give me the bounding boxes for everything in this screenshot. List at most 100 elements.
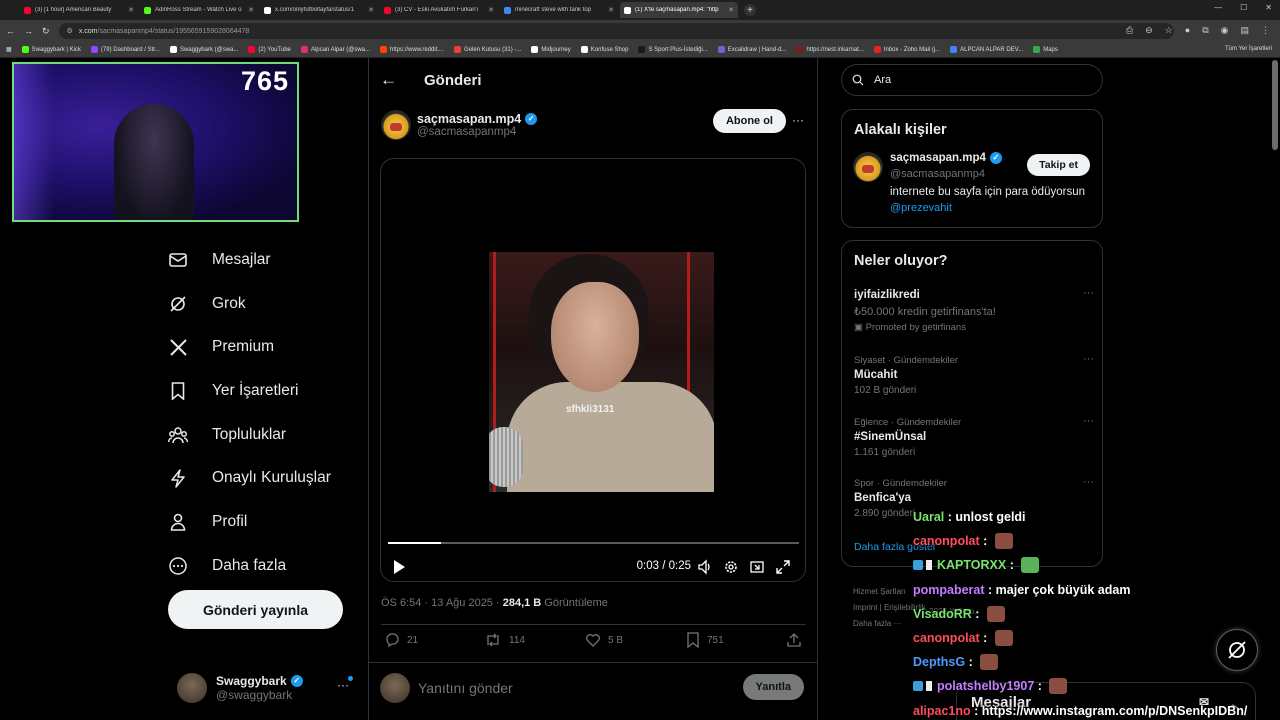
repost-action[interactable]: 114 — [484, 632, 525, 648]
related-user[interactable]: saçmasapan.mp4 ✓ @sacmasapanmp4 internete… — [853, 152, 1102, 220]
browser-tab[interactable]: minecraft steve with tank top ✕ — [500, 2, 618, 18]
profile-icon[interactable]: ◉ — [1221, 25, 1229, 36]
maximize-icon[interactable]: ☐ — [1240, 3, 1247, 12]
close-window-icon[interactable]: ✕ — [1265, 3, 1272, 12]
back-arrow-icon[interactable]: ← — [6, 26, 15, 36]
fullscreen-icon[interactable] — [775, 559, 791, 575]
back-arrow-button[interactable]: ← — [380, 70, 416, 90]
bookmark-item[interactable]: (79) Dashboard / Str... — [90, 46, 160, 53]
account-more-icon[interactable]: ··· — [337, 678, 349, 692]
extensions-puzzle-icon[interactable]: ⧉ — [1202, 25, 1208, 36]
install-app-icon[interactable]: ⎙ — [1126, 25, 1133, 36]
trend-item[interactable]: Siyaset · Gündemdekiler Mücahit 102 B gönd… — [854, 353, 1094, 396]
bookmark-action[interactable]: 751 — [686, 632, 724, 648]
nav-item-grok[interactable]: Grok — [168, 282, 358, 326]
post-more-icon[interactable]: ··· — [792, 113, 804, 127]
apps-grid-icon[interactable]: ▦ — [6, 46, 12, 53]
site-info-icon[interactable]: ⚙ — [67, 27, 73, 35]
url-field[interactable]: ⚙ x.com/sacmasapanmp4/status/19556591590… — [58, 23, 1174, 39]
search-input[interactable]: Ara — [841, 64, 1103, 96]
chat-username[interactable]: pompaberat — [913, 583, 985, 597]
bookmark-item[interactable]: Konfuse Shop — [580, 46, 628, 53]
extension-icon[interactable]: ● — [1185, 25, 1190, 36]
tab-close-icon[interactable]: ✕ — [368, 6, 374, 14]
account-switcher[interactable]: Swaggybark ✓ @swaggybark ··· — [177, 670, 357, 706]
author-name-row[interactable]: saçmasapan.mp4 ✓ — [417, 112, 538, 126]
tab-close-icon[interactable]: ✕ — [248, 6, 254, 14]
zoom-icon[interactable]: ⊖ — [1145, 25, 1153, 36]
settings-gear-icon[interactable] — [723, 559, 739, 575]
all-bookmarks-link[interactable]: Tüm Yer İşaretleri — [1225, 46, 1272, 52]
video-player[interactable]: sfhkli3131 0:03 / 0:25 — [380, 158, 806, 582]
author-handle[interactable]: @sacmasapanmp4 — [417, 126, 537, 138]
related-user-bio-link[interactable]: @prezevahit — [890, 202, 952, 214]
trend-more-icon[interactable]: ··· — [1083, 287, 1094, 299]
bookmark-item[interactable]: Alpcan Alpar (@swa... — [300, 46, 370, 53]
browser-tab[interactable]: (3) CV - Eski Avukatım Furkan'ı ✕ — [380, 2, 498, 18]
pip-icon[interactable] — [749, 559, 765, 575]
bookmark-item[interactable]: Inbox - Zoho Mail (j... — [873, 46, 940, 53]
trend-more-icon[interactable]: ··· — [1083, 476, 1094, 488]
play-icon[interactable] — [391, 559, 407, 575]
bookmark-item[interactable]: S Sport Plus-İstediği... — [638, 46, 708, 53]
bookmark-item[interactable]: Gelen Kutusu (31) -... — [454, 46, 521, 53]
post-time[interactable]: ÖS 6:54 — [381, 597, 421, 609]
reply-action[interactable]: 21 — [384, 632, 418, 648]
post-date[interactable]: 13 Ağu 2025 — [431, 597, 493, 609]
minimize-icon[interactable]: — — [1214, 3, 1222, 12]
like-action[interactable]: 5 B — [585, 632, 623, 648]
chat-username[interactable]: alipac1no — [913, 704, 971, 718]
bookmark-item[interactable]: https://nest.inkarnat... — [796, 46, 864, 53]
browser-tab[interactable]: x.com/onlyfutboltayfa/status/1 ✕ — [260, 2, 378, 18]
forward-arrow-icon[interactable]: → — [24, 26, 33, 36]
nav-item-communities[interactable]: Topluluklar — [168, 413, 358, 457]
follow-button[interactable]: Takip et — [1027, 154, 1090, 176]
video-progress-bar[interactable] — [388, 542, 799, 544]
chat-username[interactable]: canonpolat — [913, 534, 980, 548]
nav-item-bookmark[interactable]: Yer İşaretleri — [168, 369, 358, 413]
new-tab-button[interactable]: + — [744, 4, 756, 16]
trend-more-icon[interactable]: ··· — [1083, 353, 1094, 365]
chat-username[interactable]: VisadoRR — [913, 607, 972, 621]
reply-input[interactable]: Yanıtını gönder — [418, 680, 513, 696]
nav-item-person[interactable]: Profil — [168, 500, 358, 544]
nav-item-envelope[interactable]: Mesajlar — [168, 238, 358, 282]
trend-more-icon[interactable]: ··· — [1083, 415, 1094, 427]
page-scrollbar[interactable] — [1272, 60, 1278, 150]
tab-close-icon[interactable]: ✕ — [488, 6, 494, 14]
chat-username[interactable]: canonpolat — [913, 631, 980, 645]
browser-tab[interactable]: (3) [1 hour] American Beauty ✕ — [20, 2, 138, 18]
star-icon[interactable]: ☆ — [1165, 25, 1173, 36]
author-avatar[interactable] — [381, 110, 411, 140]
subscribe-button[interactable]: Abone ol — [712, 109, 786, 133]
volume-icon[interactable] — [697, 559, 713, 575]
nav-item-x-logo[interactable]: Premium — [168, 325, 358, 369]
chat-username[interactable]: KAPTORXX — [937, 558, 1006, 572]
bookmark-item[interactable]: Maps — [1033, 46, 1058, 53]
post-button[interactable]: Gönderi yayınla — [168, 590, 343, 629]
bookmark-item[interactable]: ALPCAN ALPAR DEV... — [950, 46, 1023, 53]
bookmark-item[interactable]: Excalidraw | Hand-d... — [717, 46, 786, 53]
sidebar-icon[interactable]: ▤ — [1240, 25, 1249, 36]
browser-tab[interactable]: AdinRoss Stream - Watch Live o ✕ — [140, 2, 258, 18]
share-action[interactable] — [787, 632, 808, 648]
bookmark-item[interactable]: Swaggybark (@swa... — [169, 46, 238, 53]
tab-close-icon[interactable]: ✕ — [128, 6, 134, 14]
browser-tab[interactable]: (1) X'te saçmasapan.mp4: "http ✕ — [620, 2, 738, 18]
menu-kebab-icon[interactable]: ⋮ — [1261, 25, 1270, 36]
bookmark-item[interactable]: Midjourney — [531, 46, 571, 53]
bookmark-item[interactable]: Swaggybark | Kick — [21, 46, 81, 53]
nav-item-lightning[interactable]: Onaylı Kuruluşlar — [168, 456, 358, 500]
chat-username[interactable]: Uaral — [913, 510, 944, 524]
bookmark-item[interactable]: (2) YouTube — [248, 46, 291, 53]
reply-button[interactable]: Yanıtla — [742, 674, 804, 700]
trend-item[interactable]: Eğlence · Gündemdekiler #SinemÜnsal 1.161 … — [854, 415, 1094, 458]
chat-username[interactable]: polatshelby1907 — [937, 679, 1034, 693]
tab-close-icon[interactable]: ✕ — [608, 6, 614, 14]
nav-item-more-circle[interactable]: Daha fazla — [168, 544, 358, 588]
tab-close-icon[interactable]: ✕ — [728, 6, 734, 14]
reload-icon[interactable]: ↻ — [42, 26, 50, 37]
trend-promoted[interactable]: iyifaizlikredi ₺50.000 kredin getirfinan… — [854, 287, 1094, 333]
bookmark-item[interactable]: https://www.reddit.... — [380, 46, 444, 53]
chat-username[interactable]: DepthsG — [913, 655, 965, 669]
